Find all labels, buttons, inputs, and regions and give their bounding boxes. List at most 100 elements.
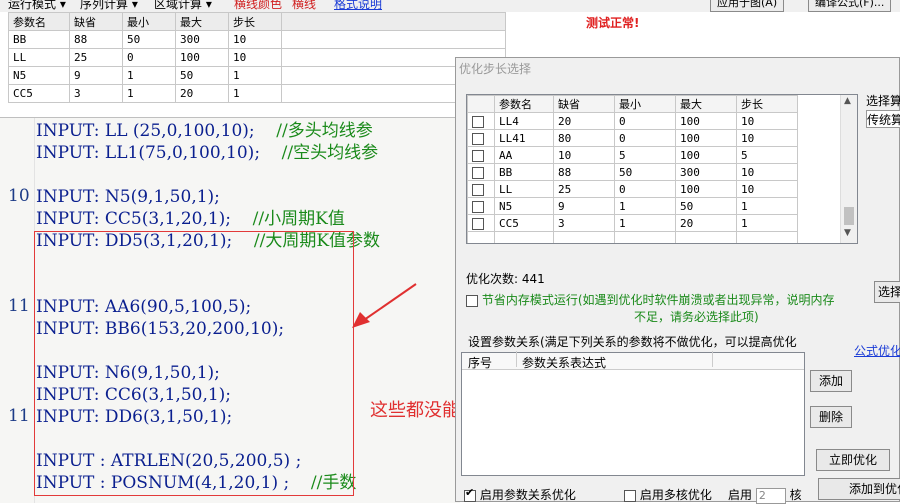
param-cell[interactable]: N5 xyxy=(8,66,70,85)
row-checkbox-cell[interactable] xyxy=(467,146,495,164)
param-cell[interactable]: 100 xyxy=(175,48,229,67)
run-mode-menu[interactable]: 运行模式 ▾ xyxy=(8,0,66,12)
dialog-cell[interactable]: LL41 xyxy=(494,129,554,147)
multicore-checkbox[interactable] xyxy=(624,489,636,502)
delete-button[interactable]: 删除 xyxy=(810,406,852,428)
code-line[interactable]: INPUT: N5(9,1,50,1); xyxy=(36,186,220,208)
param-table-row[interactable]: BB 88 50 300 10 xyxy=(8,30,506,49)
param-table-row[interactable]: N5 9 1 50 1 xyxy=(8,66,506,85)
row-checkbox-cell[interactable] xyxy=(467,214,495,232)
line-color-option[interactable]: 横线颜色 xyxy=(234,0,282,12)
row-checkbox[interactable] xyxy=(472,149,484,162)
row-checkbox[interactable] xyxy=(472,132,484,145)
enable-relation-checkbox[interactable]: ✔ xyxy=(464,486,476,502)
param-cell[interactable]: 300 xyxy=(175,30,229,49)
dialog-cell[interactable]: 10 xyxy=(553,146,615,164)
dialog-cell[interactable]: 10 xyxy=(736,180,798,198)
scroll-down-icon[interactable]: ▼ xyxy=(844,228,851,238)
dialog-cell[interactable]: BB xyxy=(494,163,554,181)
param-cell[interactable]: 25 xyxy=(69,48,123,67)
algorithm-select[interactable]: 传统算 xyxy=(866,110,900,128)
dialog-cell[interactable]: 20 xyxy=(675,214,737,232)
code-line[interactable]: INPUT: LL1(75,0,100,10); //空头均线参 xyxy=(36,142,378,164)
param-relation-table[interactable]: 序号 参数关系表达式 xyxy=(461,351,805,476)
row-checkbox-cell[interactable] xyxy=(467,197,495,215)
dialog-cell[interactable]: 88 xyxy=(553,163,615,181)
dialog-cell[interactable]: 20 xyxy=(553,112,615,130)
optimize-now-button[interactable]: 立即优化 xyxy=(816,449,890,471)
save-memory-checkbox[interactable] xyxy=(466,294,478,307)
dialog-cell[interactable]: 9 xyxy=(553,197,615,215)
param-cell[interactable]: 1 xyxy=(228,66,282,85)
dialog-cell[interactable]: 100 xyxy=(675,180,737,198)
param-cell[interactable]: 88 xyxy=(69,30,123,49)
dialog-cell[interactable]: 100 xyxy=(675,129,737,147)
dialog-cell[interactable]: 1 xyxy=(736,214,798,232)
format-help-link[interactable]: 格式说明 xyxy=(334,0,382,12)
param-cell[interactable]: 9 xyxy=(69,66,123,85)
row-checkbox[interactable] xyxy=(472,217,484,230)
range-calc-menu[interactable]: 区域计算 ▾ xyxy=(154,0,212,12)
dialog-table-row[interactable]: CC5 3 1 20 1 xyxy=(467,214,798,232)
dialog-cell[interactable]: 80 xyxy=(553,129,615,147)
param-cell[interactable]: 20 xyxy=(175,84,229,103)
code-line[interactable]: INPUT: CC5(3,1,20,1); //小周期K值 xyxy=(36,208,345,230)
dialog-cell[interactable]: 1 xyxy=(614,214,676,232)
row-checkbox-cell[interactable] xyxy=(467,112,495,130)
line-option[interactable]: 横线 xyxy=(292,0,316,12)
compile-formula-button[interactable]: 编译公式(F)... xyxy=(808,0,892,12)
dialog-cell[interactable]: 0 xyxy=(614,129,676,147)
code-line[interactable]: INPUT: LL (25,0,100,10); //多头均线参 xyxy=(36,120,373,142)
param-cell[interactable]: 10 xyxy=(228,48,282,67)
param-cell[interactable]: 1 xyxy=(122,84,176,103)
row-checkbox[interactable] xyxy=(472,200,484,213)
row-checkbox-cell[interactable] xyxy=(467,163,495,181)
dialog-cell[interactable]: 1 xyxy=(736,197,798,215)
row-checkbox[interactable] xyxy=(472,115,484,128)
formula-optimize-link[interactable]: 公式优化 xyxy=(854,342,900,359)
dialog-cell[interactable]: 10 xyxy=(736,112,798,130)
dialog-table-row[interactable]: AA 10 5 100 5 xyxy=(467,146,798,164)
select-button[interactable]: 选择 xyxy=(874,281,900,303)
scroll-up-icon[interactable]: ▲ xyxy=(844,96,851,106)
row-checkbox-cell[interactable] xyxy=(467,180,495,198)
row-checkbox[interactable] xyxy=(472,166,484,179)
dialog-table-row[interactable]: N5 9 1 50 1 xyxy=(467,197,798,215)
dialog-cell[interactable]: LL xyxy=(494,180,554,198)
row-checkbox[interactable] xyxy=(472,183,484,196)
add-to-optimize-button[interactable]: 添加到优化 xyxy=(818,478,900,500)
dialog-cell[interactable]: 100 xyxy=(675,112,737,130)
param-cell[interactable]: 1 xyxy=(228,84,282,103)
param-cell[interactable]: BB xyxy=(8,30,70,49)
add-button[interactable]: 添加 xyxy=(810,370,852,392)
param-cell[interactable]: 50 xyxy=(175,66,229,85)
dialog-table-scrollbar[interactable]: ▲ ▼ xyxy=(840,95,857,243)
dialog-cell[interactable]: 3 xyxy=(553,214,615,232)
dialog-cell[interactable]: 300 xyxy=(675,163,737,181)
param-cell[interactable]: 3 xyxy=(69,84,123,103)
param-table-row[interactable]: CC5 3 1 20 1 xyxy=(8,84,506,103)
param-cell[interactable]: LL xyxy=(8,48,70,67)
dialog-cell[interactable]: AA xyxy=(494,146,554,164)
apply-to-chart-button[interactable]: 应用于图(A) xyxy=(710,0,785,12)
dialog-cell[interactable]: 50 xyxy=(614,163,676,181)
core-count-input[interactable]: 2 xyxy=(755,487,786,504)
dialog-cell[interactable]: 0 xyxy=(614,180,676,198)
param-cell[interactable]: 0 xyxy=(122,48,176,67)
dialog-cell[interactable]: 5 xyxy=(736,146,798,164)
dialog-cell[interactable]: 1 xyxy=(614,197,676,215)
param-cell[interactable]: 10 xyxy=(228,30,282,49)
dialog-table-row[interactable]: LL4 20 0 100 10 xyxy=(467,112,798,130)
param-table-row[interactable]: LL 25 0 100 10 xyxy=(8,48,506,67)
scroll-thumb[interactable] xyxy=(844,207,854,225)
param-cell[interactable]: CC5 xyxy=(8,84,70,103)
dialog-cell[interactable]: 10 xyxy=(736,163,798,181)
param-cell[interactable]: 50 xyxy=(122,30,176,49)
param-cell[interactable]: 1 xyxy=(122,66,176,85)
dialog-cell[interactable]: 100 xyxy=(675,146,737,164)
dialog-table-row[interactable]: LL 25 0 100 10 xyxy=(467,180,798,198)
dialog-cell[interactable]: 50 xyxy=(675,197,737,215)
sequence-calc-menu[interactable]: 序列计算 ▾ xyxy=(80,0,138,12)
dialog-cell[interactable]: 10 xyxy=(736,129,798,147)
dialog-cell[interactable]: 25 xyxy=(553,180,615,198)
